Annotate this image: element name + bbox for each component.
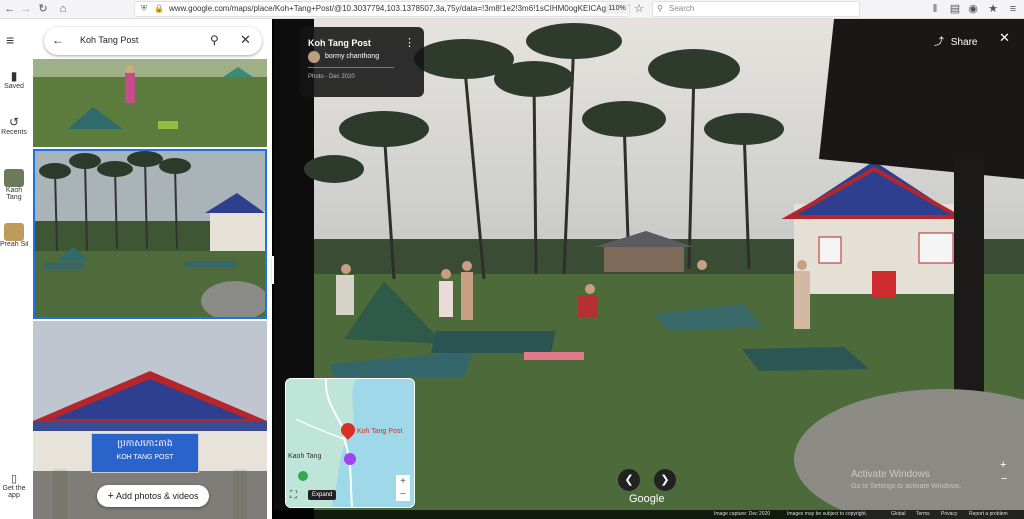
search-icon[interactable]: ⚲	[210, 33, 219, 47]
get-app-label: Get the app	[2, 485, 26, 499]
avatar[interactable]	[308, 51, 320, 63]
maps-search-box[interactable]: ← Koh Tang Post ⚲ ✕	[44, 27, 262, 55]
next-photo-button[interactable]: ❯	[654, 469, 676, 491]
recent-thumbnail	[4, 223, 24, 241]
recent-item-preah-sihanouk[interactable]: Preah Sihanouk	[0, 223, 28, 248]
map-zoom-in-button[interactable]: +	[396, 475, 410, 489]
share-label: Share	[950, 37, 978, 48]
map-place-label: Koh Tang Post	[357, 428, 403, 435]
library-icon[interactable]: ‖	[928, 2, 942, 16]
recent-label: Kaoh Tang	[5, 187, 23, 201]
expand-map-icon[interactable]: ⛶	[290, 490, 297, 501]
recents-button[interactable]: ↺ Recents	[0, 115, 28, 136]
bookmark-star-icon[interactable]: ☆	[632, 2, 646, 16]
photo-thumbnail-2-selected[interactable]	[33, 149, 267, 319]
share-button[interactable]: ⤴ Share	[934, 33, 977, 48]
recent-item-kaoh-tang[interactable]: Kaoh Tang	[0, 169, 28, 201]
more-options-icon[interactable]: ⋮	[404, 36, 415, 49]
location-marker-icon[interactable]	[298, 471, 308, 481]
camera-marker-icon[interactable]	[344, 453, 356, 465]
viewer-footer: Image capture: Dec 2020 Images may be su…	[274, 510, 1024, 519]
image-capture-date: Image capture: Dec 2020	[714, 511, 771, 517]
url-bar[interactable]: ⛨ 🔒 www.google.com/maps/place/Koh+Tang+P…	[134, 1, 630, 17]
expand-tooltip: Expand	[308, 490, 337, 500]
history-icon: ↺	[8, 115, 20, 129]
place-title[interactable]: Koh Tang Post	[308, 38, 371, 48]
place-photos-panel: ប្រកាសកោះតាង KOH TANG POST + Add photos …	[28, 19, 272, 519]
activate-windows-subtitle: Go to Settings to activate Windows.	[851, 483, 962, 490]
map-zoom-out-button[interactable]: −	[396, 489, 410, 501]
recents-label: Recents	[1, 129, 27, 136]
lock-icon: 🔒	[154, 4, 164, 13]
menu-icon[interactable]: ≡	[1006, 2, 1020, 16]
search-input[interactable]: Koh Tang Post	[80, 35, 138, 45]
browser-search-placeholder: Search	[669, 4, 695, 13]
add-photos-button[interactable]: + Add photos & videos	[97, 485, 209, 507]
photo-info-card: Koh Tang Post ⋮ bormy chanthong Photo - …	[300, 27, 424, 97]
home-icon[interactable]: ⌂	[56, 2, 70, 16]
back-arrow-icon[interactable]: ←	[3, 2, 17, 16]
shield-icon: ⛨	[141, 4, 147, 13]
copyright-notice: Images may be subject to copyright.	[787, 511, 868, 517]
sign-english-text: KOH TANG POST	[116, 454, 174, 461]
global-link[interactable]: Global	[891, 510, 905, 519]
forward-arrow-icon[interactable]: →	[19, 2, 33, 16]
report-problem-link[interactable]: Report a problem	[969, 510, 1008, 519]
chevron-right-icon: ❯	[660, 474, 670, 486]
maps-side-rail: ≡ ▮ Saved ↺ Recents Kaoh Tang Preah Siha…	[0, 19, 28, 519]
browser-toolbar: ← → ↻ ⌂ ⛨ 🔒 www.google.com/maps/place/Ko…	[0, 0, 1024, 19]
divider	[308, 67, 394, 68]
activate-windows-title: Activate Windows	[851, 469, 930, 480]
back-arrow-icon[interactable]: ←	[52, 33, 64, 47]
saved-label: Saved	[4, 83, 24, 90]
account-icon[interactable]: ◉	[966, 2, 980, 16]
photo-date: Photo - Dec 2020	[308, 74, 355, 80]
privacy-link[interactable]: Privacy	[941, 510, 957, 519]
mini-map-canvas	[286, 379, 414, 507]
plus-icon: +	[107, 490, 114, 502]
zoom-out-button[interactable]: −	[1001, 473, 1007, 485]
zoom-in-button[interactable]: +	[1000, 459, 1006, 471]
photo-thumbnail-2-image	[35, 151, 265, 317]
phone-icon: ▯	[10, 473, 18, 485]
close-icon: ✕	[999, 30, 1010, 45]
previous-photo-button[interactable]: ❮	[618, 469, 640, 491]
post-office-sign: ប្រកាសកោះតាង KOH TANG POST	[91, 433, 199, 473]
close-icon[interactable]: ✕	[240, 32, 251, 48]
add-photos-label: Add photos & videos	[115, 491, 199, 501]
recent-thumbnail	[4, 169, 24, 187]
get-app-button[interactable]: ▯ Get the app	[0, 472, 28, 499]
photo-thumbnail-1-image	[33, 59, 267, 147]
terms-link[interactable]: Terms	[916, 510, 930, 519]
map-area-label: Kaoh Tang	[288, 453, 322, 460]
share-icon: ⤴	[934, 37, 944, 48]
sign-khmer-text: ប្រកាសកោះតាង	[117, 438, 173, 448]
recent-label: Preah Sihanouk	[0, 241, 28, 248]
browser-search-input[interactable]: ⚲ Search	[652, 1, 860, 17]
sidebar-icon[interactable]: ▤	[948, 2, 962, 16]
chevron-left-icon: ❮	[624, 474, 634, 486]
mini-map[interactable]: Koh Tang Post Kaoh Tang + − ⛶ Expand	[285, 378, 415, 508]
photo-author[interactable]: bormy chanthong	[325, 53, 379, 60]
bookmark-icon: ▮	[10, 69, 18, 83]
hamburger-menu-icon[interactable]: ≡	[6, 33, 20, 47]
search-icon: ⚲	[657, 4, 663, 13]
reload-icon[interactable]: ↻	[36, 2, 50, 16]
close-viewer-button[interactable]: ✕	[999, 30, 1010, 46]
url-text: www.google.com/maps/place/Koh+Tang+Post/…	[169, 4, 630, 13]
extensions-icon[interactable]: ★	[986, 2, 1000, 16]
saved-button[interactable]: ▮ Saved	[0, 69, 28, 90]
google-logo: Google	[629, 493, 665, 505]
zoom-badge[interactable]: 110%	[606, 3, 628, 14]
photo-thumbnail-1[interactable]	[33, 59, 267, 147]
